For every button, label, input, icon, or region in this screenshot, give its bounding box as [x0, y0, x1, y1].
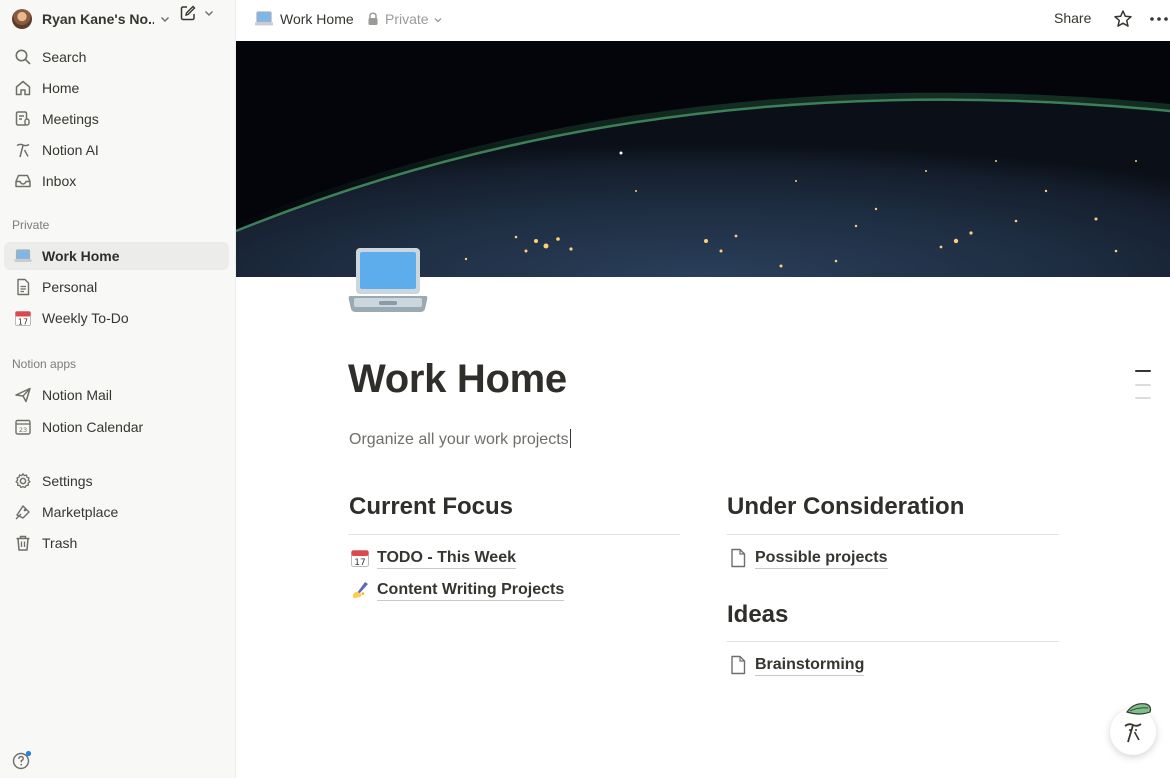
lock-icon: [367, 12, 379, 26]
sidebar-item-notion-mail[interactable]: Notion Mail: [4, 381, 229, 409]
link-content-writing-projects[interactable]: Content Writing Projects: [349, 578, 565, 602]
link-possible-projects[interactable]: Possible projects: [727, 546, 888, 570]
sidebar-item-label: Weekly To-Do: [42, 310, 129, 326]
workspace-name: Ryan Kane's No...: [42, 11, 154, 27]
calendar-icon: 17: [349, 547, 371, 569]
calendar-app-icon: 23: [13, 417, 33, 437]
laptop-icon: [254, 10, 274, 28]
avatar: [12, 9, 32, 29]
heading-ideas[interactable]: Ideas: [727, 601, 788, 629]
svg-text:17: 17: [18, 318, 28, 327]
sidebar-item-label: Notion AI: [42, 142, 99, 158]
private-section-label: Private: [12, 218, 50, 232]
text-cursor: [569, 429, 571, 448]
svg-text:23: 23: [19, 426, 27, 434]
page-icon: [13, 277, 33, 297]
sidebar-item-weekly-to-do[interactable]: 17 Weekly To-Do: [4, 304, 229, 332]
page-icon: [727, 654, 749, 676]
link-label: TODO - This Week: [377, 548, 516, 569]
sidebar-item-work-home[interactable]: Work Home: [4, 242, 229, 270]
sidebar-item-label: Personal: [42, 279, 98, 295]
link-label: Possible projects: [755, 548, 888, 569]
inbox-icon: [13, 171, 33, 191]
sidebar-item-label: Marketplace: [42, 504, 119, 520]
notion-ai-face-icon: [1124, 723, 1142, 743]
sidebar-item-label: Inbox: [42, 173, 77, 189]
chevron-down-icon: [158, 12, 172, 26]
sidebar: Ryan Kane's No... Search Home Meetings N…: [0, 0, 236, 778]
new-page-icon[interactable]: [179, 4, 197, 22]
search-icon: [13, 47, 33, 67]
sidebar-item-inbox[interactable]: Inbox: [4, 167, 229, 195]
sidebar-item-trash[interactable]: Trash: [4, 529, 229, 557]
sidebar-item-label: Work Home: [42, 248, 120, 264]
calendar-icon: 17: [13, 308, 33, 328]
breadcrumb[interactable]: Work Home: [280, 11, 354, 27]
home-icon: [13, 78, 33, 98]
meetings-icon: [13, 109, 33, 129]
laptop-icon: [13, 246, 33, 266]
sidebar-item-marketplace[interactable]: Marketplace: [4, 498, 229, 526]
sidebar-item-label: Search: [42, 49, 87, 65]
more-options-icon[interactable]: [1148, 9, 1170, 29]
apps-section-label: Notion apps: [12, 357, 77, 371]
sidebar-item-notion-calendar[interactable]: 23 Notion Calendar: [4, 413, 229, 441]
sidebar-item-label: Trash: [42, 535, 78, 551]
star-icon[interactable]: [1113, 9, 1133, 29]
help-icon[interactable]: [12, 750, 32, 770]
toc-line: [1135, 370, 1151, 372]
marketplace-icon: [13, 502, 33, 522]
page-description[interactable]: Organize all your work projects: [349, 429, 571, 449]
sidebar-item-notion-ai[interactable]: Notion AI: [4, 136, 229, 164]
page-description-text: Organize all your work projects: [349, 431, 569, 448]
leaf-hat-icon: [1124, 700, 1154, 716]
chevron-down-icon[interactable]: [203, 6, 217, 20]
table-of-contents-icon[interactable]: [1135, 370, 1151, 410]
sidebar-item-meetings[interactable]: Meetings: [4, 105, 229, 133]
visibility-label[interactable]: Private: [385, 11, 429, 27]
notion-ai-icon: [13, 140, 33, 160]
writing-hand-icon: [349, 579, 371, 601]
heading-current-focus[interactable]: Current Focus: [349, 493, 513, 521]
mail-icon: [13, 385, 33, 405]
sidebar-item-label: Home: [42, 80, 80, 96]
link-brainstorming[interactable]: Brainstorming: [727, 653, 865, 677]
sidebar-item-label: Notion Calendar: [42, 419, 144, 435]
topbar: Work Home Private Share: [236, 0, 1170, 41]
page-title[interactable]: Work Home: [348, 357, 567, 402]
toc-line: [1135, 384, 1151, 386]
trash-icon: [13, 533, 33, 553]
heading-under-consideration[interactable]: Under Consideration: [727, 493, 964, 521]
sidebar-item-home[interactable]: Home: [4, 74, 229, 102]
link-label: Content Writing Projects: [377, 580, 565, 601]
cover-image[interactable]: [236, 41, 1170, 277]
share-button[interactable]: Share: [1054, 10, 1091, 26]
page-icon: [727, 547, 749, 569]
svg-text:17: 17: [354, 558, 365, 568]
divider: [727, 641, 1059, 642]
laptop-icon[interactable]: [348, 246, 428, 314]
chevron-down-icon[interactable]: [432, 13, 444, 25]
sidebar-item-label: Meetings: [42, 111, 99, 127]
sidebar-item-personal[interactable]: Personal: [4, 273, 229, 301]
toc-line: [1135, 397, 1151, 399]
divider: [348, 534, 680, 535]
divider: [727, 534, 1059, 535]
link-todo-this-week[interactable]: 17 TODO - This Week: [349, 546, 516, 570]
sidebar-item-search[interactable]: Search: [4, 43, 229, 71]
gear-icon: [13, 471, 33, 491]
sidebar-item-label: Settings: [42, 473, 93, 489]
sidebar-item-settings[interactable]: Settings: [4, 467, 229, 495]
sidebar-item-label: Notion Mail: [42, 387, 113, 403]
link-label: Brainstorming: [755, 655, 865, 676]
